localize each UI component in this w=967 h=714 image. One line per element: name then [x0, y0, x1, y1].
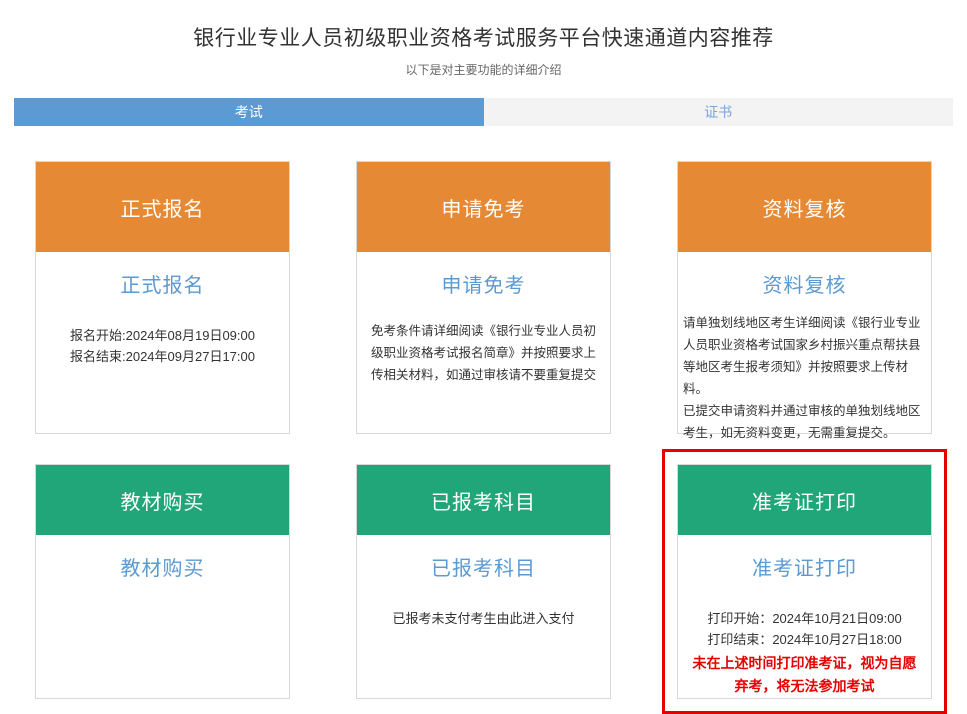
- admission-ticket-print-body: 准考证打印 打印开始：2024年10月21日09:00 打印结束：2024年10…: [678, 535, 931, 698]
- material-review-instructions: 请单独划线地区考生详细阅读《银行业专业人员职业资格考试国家乡村振兴重点帮扶县等地…: [678, 312, 931, 444]
- tab-bar: 考试 证书: [14, 98, 953, 126]
- material-review-instruction-2: 已提交申请资料并通过审核的单独划线地区考生，如无资料变更，无需重复提交。: [683, 400, 926, 444]
- registered-subjects-link[interactable]: 已报考科目: [431, 552, 536, 581]
- exemption-application-header: 申请免考: [357, 162, 610, 252]
- card-textbook-purchase: 教材购买 教材购买: [35, 464, 290, 699]
- official-registration-link[interactable]: 正式报名: [121, 269, 205, 298]
- exemption-instructions: 免考条件请详细阅读《银行业专业人员初级职业资格考试报名简章》并按照要求上传相关材…: [357, 320, 610, 386]
- admission-ticket-print-header: 准考证打印: [678, 465, 931, 535]
- quick-access-page: 银行业专业人员初级职业资格考试服务平台快速通道内容推荐 以下是对主要功能的详细介…: [0, 0, 967, 699]
- cards-grid: 正式报名 正式报名 报名开始:2024年08月19日09:00 报名结束:202…: [0, 161, 967, 699]
- payment-note: 已报考未支付考生由此进入支付: [357, 608, 610, 627]
- card-official-registration: 正式报名 正式报名 报名开始:2024年08月19日09:00 报名结束:202…: [35, 161, 290, 434]
- page-title: 银行业专业人员初级职业资格考试服务平台快速通道内容推荐: [0, 0, 967, 52]
- material-review-instruction-1: 请单独划线地区考生详细阅读《银行业专业人员职业资格考试国家乡村振兴重点帮扶县等地…: [683, 312, 926, 400]
- card-exemption-application: 申请免考 申请免考 免考条件请详细阅读《银行业专业人员初级职业资格考试报名简章》…: [356, 161, 611, 434]
- official-registration-header: 正式报名: [36, 162, 289, 252]
- print-deadline-warning: 未在上述时间打印准考证，视为自愿弃考，将无法参加考试: [678, 652, 931, 698]
- exemption-application-link[interactable]: 申请免考: [442, 269, 526, 298]
- exemption-application-body: 申请免考 免考条件请详细阅读《银行业专业人员初级职业资格考试报名简章》并按照要求…: [357, 252, 610, 386]
- card-registered-subjects: 已报考科目 已报考科目 已报考未支付考生由此进入支付: [356, 464, 611, 699]
- textbook-purchase-body: 教材购买: [36, 535, 289, 581]
- card-material-review: 资料复核 资料复核 请单独划线地区考生详细阅读《银行业专业人员职业资格考试国家乡…: [677, 161, 932, 434]
- page-subtitle: 以下是对主要功能的详细介绍: [0, 61, 967, 78]
- card-admission-ticket-print: 准考证打印 准考证打印 打印开始：2024年10月21日09:00 打印结束：2…: [677, 464, 932, 699]
- tab-exam[interactable]: 考试: [14, 98, 484, 126]
- print-start-date: 打印开始：2024年10月21日09:00: [678, 608, 931, 629]
- admission-ticket-print-link[interactable]: 准考证打印: [752, 552, 857, 581]
- textbook-purchase-header: 教材购买: [36, 465, 289, 535]
- material-review-body: 资料复核 请单独划线地区考生详细阅读《银行业专业人员职业资格考试国家乡村振兴重点…: [678, 252, 931, 444]
- registration-dates: 报名开始:2024年08月19日09:00 报名结束:2024年09月27日17…: [36, 325, 289, 367]
- material-review-header: 资料复核: [678, 162, 931, 252]
- print-dates: 打印开始：2024年10月21日09:00 打印结束：2024年10月27日18…: [678, 608, 931, 650]
- print-end-date: 打印结束：2024年10月27日18:00: [678, 629, 931, 650]
- textbook-purchase-link[interactable]: 教材购买: [121, 552, 205, 581]
- registered-subjects-header: 已报考科目: [357, 465, 610, 535]
- registered-subjects-body: 已报考科目 已报考未支付考生由此进入支付: [357, 535, 610, 627]
- registration-start-date: 报名开始:2024年08月19日09:00: [36, 325, 289, 346]
- registration-end-date: 报名结束:2024年09月27日17:00: [36, 346, 289, 367]
- tab-certificate[interactable]: 证书: [484, 98, 954, 126]
- material-review-link[interactable]: 资料复核: [763, 269, 847, 298]
- official-registration-body: 正式报名 报名开始:2024年08月19日09:00 报名结束:2024年09月…: [36, 252, 289, 367]
